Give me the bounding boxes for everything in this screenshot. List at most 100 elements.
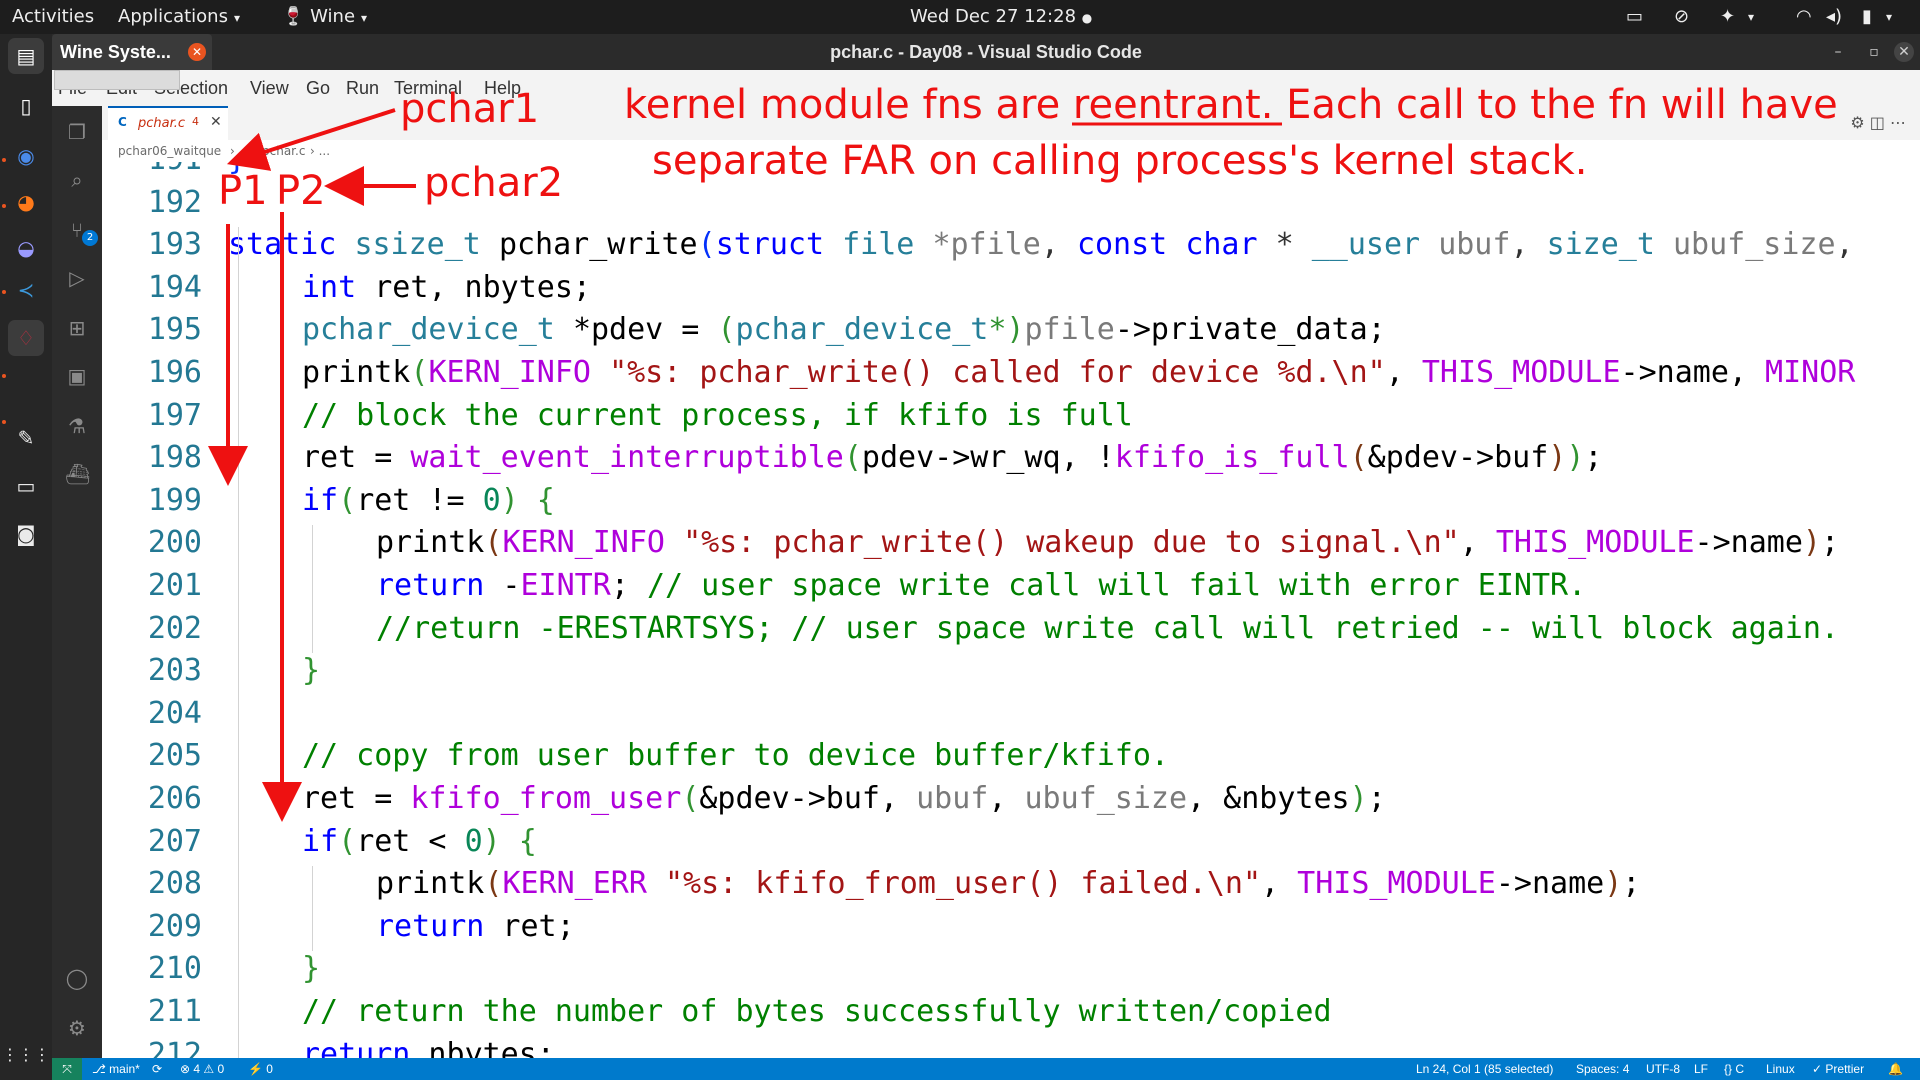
cursor-position[interactable]: Ln 24, Col 1 (85 selected) bbox=[1416, 1058, 1553, 1080]
code-line-211: // return the number of bytes successful… bbox=[302, 994, 1332, 1029]
settings-gear-icon[interactable]: ⚙ bbox=[65, 1016, 89, 1040]
line-number: 192 bbox=[147, 184, 202, 220]
line-number: 212 bbox=[147, 1036, 202, 1058]
annotation-note-line2: separate FAR on calling process's kernel… bbox=[652, 138, 1588, 184]
breadcrumb-file[interactable]: pchar.c bbox=[262, 140, 305, 162]
line-number: 210 bbox=[147, 951, 202, 987]
clock[interactable]: Wed Dec 27 12:28 ● bbox=[910, 0, 1092, 34]
line-number: 195 bbox=[147, 312, 202, 348]
minimize-button[interactable]: – bbox=[1828, 42, 1848, 62]
line-number: 207 bbox=[147, 823, 202, 859]
screenshot-icon[interactable]: ◙ bbox=[8, 516, 44, 552]
indentation[interactable]: Spaces: 4 bbox=[1576, 1058, 1629, 1080]
close-icon[interactable]: ✕ bbox=[210, 114, 222, 130]
line-number: 208 bbox=[147, 866, 202, 902]
code-line-194: int ret, nbytes; bbox=[302, 269, 591, 305]
menu-run[interactable]: Run bbox=[346, 70, 379, 106]
line-number: 191 bbox=[102, 162, 202, 177]
search-icon[interactable]: ⌕ bbox=[65, 168, 89, 192]
files-icon[interactable]: ▤ bbox=[8, 38, 44, 74]
code-line-203: } bbox=[302, 653, 321, 689]
docker-icon[interactable]: ⛴ bbox=[65, 462, 90, 486]
wine-window-thumbnail[interactable] bbox=[54, 70, 180, 90]
firefox-icon[interactable]: ◕ bbox=[8, 184, 44, 220]
breadcrumb-separator: › bbox=[230, 144, 235, 158]
breadcrumb-folder[interactable]: pchar06_waitque bbox=[118, 140, 221, 162]
accessibility-icon[interactable]: ✦ bbox=[1720, 0, 1735, 34]
activities-button[interactable]: Activities bbox=[12, 0, 94, 34]
source-control-badge: 2 bbox=[82, 230, 98, 246]
line-number: 201 bbox=[147, 568, 202, 603]
code-line-195: pchar_device_t *pdev = (pchar_device_t*)… bbox=[302, 312, 1386, 348]
monitor-icon[interactable]: ▭ bbox=[8, 468, 44, 504]
code-line-202: //return -ERESTARTSYS; // user space wri… bbox=[376, 610, 1839, 646]
code-editor[interactable]: 191 192 193 194 195 196 197 198 199 200 201 202 203 2… bbox=[102, 162, 1920, 1058]
tab-pchar-c[interactable]: C pchar.c 4 ✕ bbox=[108, 106, 228, 140]
extensions-icon[interactable]: ⊞ bbox=[65, 316, 89, 340]
line-number: 200 bbox=[147, 525, 202, 561]
close-button[interactable]: ✕ bbox=[1894, 42, 1914, 62]
annotation-note-line1: kernel module fns are reentrant. Each ca… bbox=[624, 82, 1838, 128]
applications-menu[interactable]: Applications ▾ bbox=[118, 0, 240, 34]
annotation-p2: P2 bbox=[276, 168, 326, 214]
ports-indicator[interactable]: ⚡ 0 bbox=[248, 1058, 273, 1080]
maximize-button[interactable]: ▫ bbox=[1864, 42, 1884, 62]
line-number: 206 bbox=[147, 781, 202, 816]
vscode-icon[interactable]: ≺ bbox=[8, 272, 44, 308]
run-debug-icon[interactable]: ▷ bbox=[65, 266, 89, 290]
close-icon[interactable]: ✕ bbox=[188, 43, 206, 61]
line-number: 194 bbox=[147, 269, 202, 305]
battery-icon[interactable]: ▮ bbox=[1862, 0, 1872, 34]
terminal-icon[interactable]: ▯ bbox=[8, 88, 44, 124]
volume-icon[interactable]: ◂) bbox=[1826, 0, 1842, 34]
chrome-icon[interactable]: ◉ bbox=[8, 138, 44, 174]
code-line-199: if(ret != 0) { bbox=[302, 482, 555, 518]
remote-indicator[interactable]: ⤧ bbox=[52, 1058, 82, 1080]
show-apps-icon[interactable]: ⋮⋮⋮ bbox=[2, 1036, 50, 1072]
code-line-205: // copy from user buffer to device buffe… bbox=[302, 738, 1169, 774]
menu-go[interactable]: Go bbox=[306, 70, 330, 106]
code-line-198: ret = wait_event_interruptible(pdev->wr_… bbox=[302, 440, 1603, 476]
gnome-top-bar: Activities Applications ▾ 🍷 Wine ▾ Wed Dec… bbox=[0, 0, 1920, 34]
line-number: 199 bbox=[147, 482, 202, 518]
prettier-indicator[interactable]: ✓ Prettier bbox=[1812, 1058, 1864, 1080]
menu-view[interactable]: View bbox=[250, 70, 289, 106]
testing-icon[interactable]: ⚗ bbox=[65, 414, 89, 438]
sync-icon[interactable]: ⟳ bbox=[152, 1058, 162, 1080]
problems-indicator[interactable]: ⊗ 4 ⚠ 0 bbox=[180, 1058, 224, 1080]
language-mode[interactable]: {} C bbox=[1724, 1058, 1744, 1080]
chevron-down-icon: ▾ bbox=[1748, 10, 1755, 24]
window-title-bar: pchar.c - Day08 - Visual Studio Code – ▫… bbox=[52, 34, 1920, 70]
eclipse-icon[interactable]: ◒ bbox=[8, 230, 44, 266]
wine-menu[interactable]: 🍷 Wine ▾ bbox=[282, 0, 367, 34]
line-number: 204 bbox=[147, 695, 202, 731]
code-line-206: ret = kfifo_from_user(&pdev->buf, ubuf, … bbox=[302, 781, 1386, 816]
line-number: 198 bbox=[147, 440, 202, 476]
status-bar: ⤧ ⎇ main* ⟳ ⊗ 4 ⚠ 0 ⚡ 0 Ln 24, Col 1 (85… bbox=[52, 1058, 1920, 1080]
do-not-disturb-icon[interactable]: ⊘ bbox=[1674, 0, 1689, 34]
wine-system-notification[interactable]: Wine Syste... ✕ bbox=[52, 34, 212, 70]
code-line-196: printk(KERN_INFO "%s: pchar_write() call… bbox=[302, 355, 1856, 390]
branch-indicator[interactable]: ⎇ main* bbox=[92, 1058, 140, 1080]
wifi-icon[interactable]: ◠ bbox=[1796, 0, 1812, 34]
clock-label: Wed Dec 27 12:28 bbox=[910, 6, 1077, 27]
code-line-208: printk(KERN_ERR "%s: kfifo_from_user() f… bbox=[376, 866, 1641, 902]
line-number: 211 bbox=[147, 994, 202, 1029]
tab-label: pchar.c bbox=[138, 116, 186, 131]
wine-icon[interactable]: ♢ bbox=[8, 320, 44, 356]
text-editor-icon[interactable]: ✎ bbox=[8, 420, 44, 456]
explorer-icon[interactable]: ❐ bbox=[65, 120, 89, 144]
c-file-icon: C bbox=[118, 115, 127, 129]
encoding[interactable]: UTF-8 bbox=[1646, 1058, 1680, 1080]
breadcrumb-tail[interactable]: › ... bbox=[310, 140, 330, 162]
notifications-bell-icon[interactable]: 🔔 bbox=[1888, 1058, 1903, 1080]
os-indicator[interactable]: Linux bbox=[1766, 1058, 1795, 1080]
code-line-207: if(ret < 0) { bbox=[302, 823, 537, 859]
eol[interactable]: LF bbox=[1694, 1058, 1708, 1080]
line-number: 209 bbox=[147, 908, 202, 944]
problem-count-badge: 4 bbox=[192, 115, 199, 128]
remote-explorer-icon[interactable]: ▣ bbox=[65, 364, 89, 388]
screen-icon[interactable]: ▭ bbox=[1626, 0, 1643, 34]
account-icon[interactable]: ◯ bbox=[65, 966, 89, 990]
editor-actions[interactable]: ⚙ ◫ ⋯ bbox=[1850, 106, 1906, 140]
